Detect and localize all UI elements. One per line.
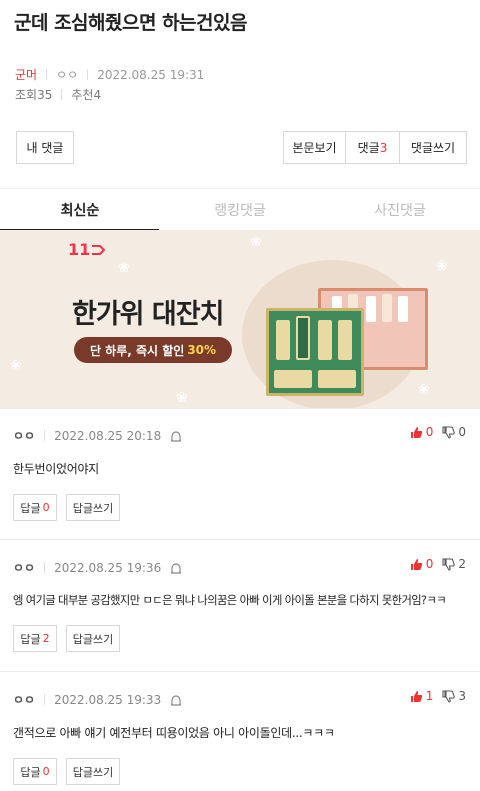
snowflake-icon: ❀ [250, 234, 262, 250]
post-datetime: 2022.08.25 19:31 [97, 67, 205, 82]
comment-text: 갠적으로 아빠 얘기 예전부터 띠용이었음 아니 아이돌인데...ㅋㅋㅋ [13, 726, 335, 740]
upvote-button[interactable]: 0 [410, 557, 433, 571]
tab-latest[interactable]: 최신순 [0, 189, 160, 231]
divider [61, 89, 63, 100]
views-label: 조회 [15, 88, 38, 102]
comment-header: ㅇㅇ 2022.08.25 19:36 [13, 559, 182, 576]
comment-header: ㅇㅇ 2022.08.25 20:18 [13, 427, 182, 444]
upvote-button[interactable]: 1 [410, 689, 433, 703]
comment-date: 2022.08.25 20:18 [54, 428, 162, 443]
tab-photo[interactable]: 사진댓글 [320, 189, 480, 231]
reply-button[interactable]: 답글 0 [13, 494, 57, 521]
divider [46, 69, 48, 80]
post-stats: 조회 35 추천 4 [15, 86, 101, 103]
write-reply-button[interactable]: 답글쓰기 [66, 625, 120, 652]
divider [44, 694, 46, 705]
comment-votes: 0 0 [410, 425, 466, 439]
write-reply-button[interactable]: 답글쓰기 [66, 758, 120, 785]
comment-header: ㅇㅇ 2022.08.25 19:33 [13, 691, 182, 708]
view-post-button[interactable]: 본문보기 [284, 132, 346, 163]
post-author[interactable]: ㅇㅇ [56, 66, 78, 83]
thumbs-up-icon [410, 558, 422, 570]
snowflake-icon: ❀ [436, 258, 448, 274]
upvote-button[interactable]: 0 [410, 425, 433, 439]
snowflake-icon: ❀ [10, 358, 22, 374]
comment-date: 2022.08.25 19:36 [54, 560, 162, 575]
comment-text: 한두번이었어야지 [13, 462, 99, 476]
banner-headline: 한가위 대잔치 [72, 299, 224, 330]
divider [44, 430, 46, 441]
banner-discount: 30% [187, 343, 217, 357]
ad-banner[interactable]: ❀ ❀ ❀ ❀ ❀ ❀ 11 한가위 대잔치 단 하루, 즉시 할인 30% [0, 230, 480, 408]
gift-set-image [242, 260, 430, 408]
reply-button[interactable]: 답글 2 [13, 625, 57, 652]
comments-count: 3 [379, 140, 388, 155]
divider [0, 408, 480, 409]
recommend-label: 추천 [71, 88, 94, 102]
downvote-button[interactable]: 3 [442, 689, 466, 703]
thumbs-down-icon [442, 689, 456, 703]
snowflake-icon: ❀ [118, 260, 130, 276]
comment-author[interactable]: ㅇㅇ [13, 559, 35, 576]
report-icon[interactable] [170, 562, 182, 574]
views-count: 35 [37, 87, 53, 102]
comment-date: 2022.08.25 19:33 [54, 692, 162, 707]
comments-button[interactable]: 댓글 3 [346, 132, 400, 163]
comment-author[interactable]: ㅇㅇ [13, 427, 35, 444]
comment-sort-tabs: 최신순 랭킹댓글 사진댓글 [0, 188, 480, 231]
divider [44, 562, 46, 573]
downvote-button[interactable]: 0 [442, 425, 466, 439]
comments-label: 댓글 [357, 141, 380, 155]
write-comment-button[interactable]: 댓글쓰기 [400, 132, 466, 163]
reply-button[interactable]: 답글 0 [13, 758, 57, 785]
report-icon[interactable] [170, 694, 182, 706]
write-reply-button[interactable]: 답글쓰기 [66, 494, 120, 521]
banner-promo: 단 하루, 즉시 할인 30% [74, 337, 232, 363]
post-actions: 본문보기 댓글 3 댓글쓰기 [283, 131, 467, 164]
divider [0, 671, 480, 672]
comment-text: 엥 여기글 대부분 공감했지만 ㅁㄷ은 뭐냐 나의꿈은 아빠 이게 아이돌 본분… [13, 594, 447, 607]
snowflake-icon: ❀ [176, 390, 188, 406]
my-comments-button[interactable]: 내 댓글 [16, 131, 74, 164]
recommend-count: 4 [93, 87, 102, 102]
thumbs-up-icon [410, 426, 422, 438]
brand-logo: 11 [68, 240, 106, 259]
post-category[interactable]: 군머 [15, 66, 37, 83]
post-meta: 군머 ㅇㅇ 2022.08.25 19:31 [15, 66, 204, 83]
thumbs-up-icon [410, 690, 422, 702]
post-title: 군데 조심해줬으면 하는건있음 [14, 12, 247, 34]
thumbs-down-icon [442, 425, 456, 439]
report-icon[interactable] [170, 430, 182, 442]
thumbs-down-icon [442, 557, 456, 571]
downvote-button[interactable]: 2 [442, 557, 466, 571]
comment-author[interactable]: ㅇㅇ [13, 691, 35, 708]
comment-votes: 1 3 [410, 689, 466, 703]
divider [0, 539, 480, 540]
divider [87, 69, 89, 80]
comment-votes: 0 2 [410, 557, 466, 571]
tab-ranking[interactable]: 랭킹댓글 [160, 189, 320, 231]
